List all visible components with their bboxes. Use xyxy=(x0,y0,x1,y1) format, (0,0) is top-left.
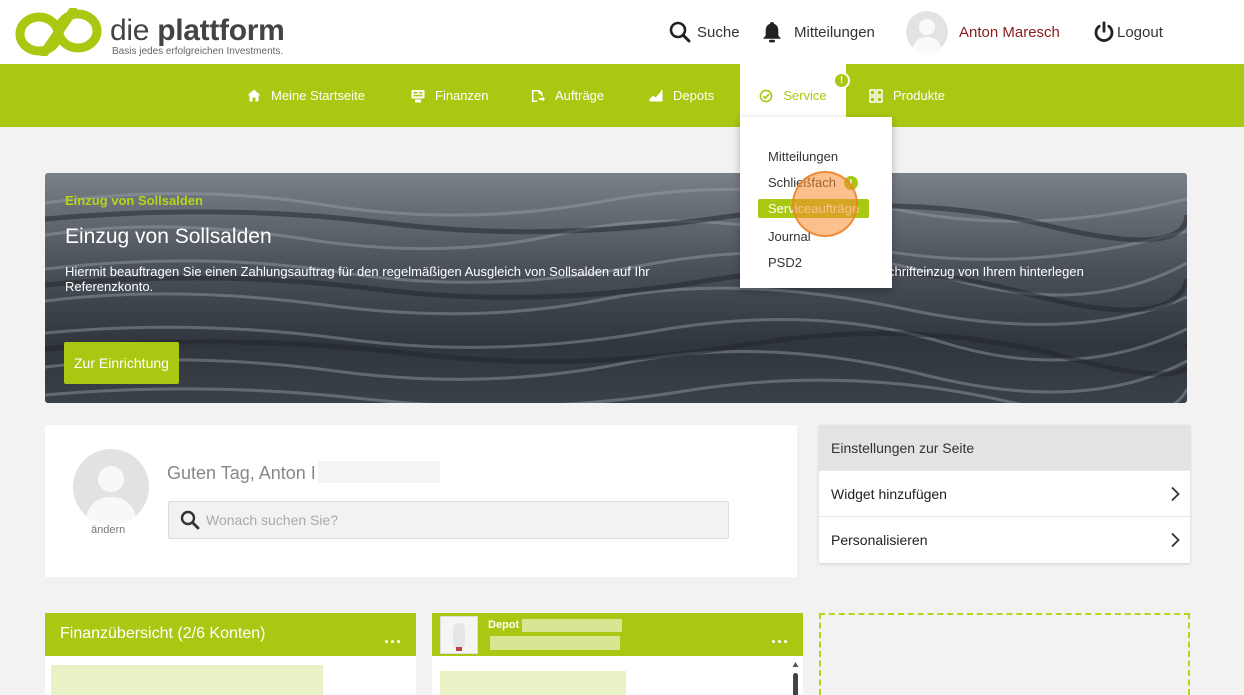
blurred-content xyxy=(440,671,626,695)
depot-figure-icon xyxy=(453,623,465,651)
search-icon xyxy=(669,21,691,43)
menu-item-journal[interactable]: Journal xyxy=(768,229,811,244)
brand-name-bold: plattform xyxy=(157,14,285,47)
menu-item-label: Serviceaufträge xyxy=(768,201,860,216)
widget-hinzufuegen-row[interactable]: Widget hinzufügen xyxy=(819,470,1190,516)
menu-item-label: Schließfach xyxy=(768,175,836,190)
change-avatar-link[interactable]: ändern xyxy=(91,524,125,536)
depot-widget: Depot ... xyxy=(432,613,803,695)
nav-label: Service xyxy=(783,88,827,103)
finanzuebersicht-widget: Finanzübersicht (2/6 Konten) ... xyxy=(45,613,416,695)
nav-label: Aufträge xyxy=(555,88,605,103)
settings-row-label: Personalisieren xyxy=(831,531,928,548)
user-profile-button[interactable]: Anton Maresch xyxy=(906,0,1060,64)
user-name: Anton Maresch xyxy=(959,23,1060,41)
zur-einrichtung-button[interactable]: Zur Einrichtung xyxy=(64,342,179,384)
depots-icon xyxy=(649,90,663,102)
widget-title: Depot xyxy=(488,619,520,631)
empty-widget-slot[interactable] xyxy=(819,613,1190,695)
menu-item-psd2[interactable]: PSD2 xyxy=(768,255,802,270)
menu-item-serviceauftraege[interactable]: Serviceaufträge xyxy=(758,199,870,218)
menu-item-label: PSD2 xyxy=(768,255,802,270)
brand-name: die plattform xyxy=(110,14,285,48)
service-alert-badge: ! xyxy=(833,72,850,89)
top-header: die plattform Basis jedes erfolgreichen … xyxy=(0,0,1244,64)
header-search-button[interactable]: Suche xyxy=(669,0,740,64)
redacted-depot-number xyxy=(490,636,620,650)
check-circle-icon xyxy=(759,89,773,102)
menu-item-label: Mitteilungen xyxy=(768,149,839,164)
menu-item-schliessfach[interactable]: Schließfach! xyxy=(768,175,858,190)
bell-icon xyxy=(763,22,781,43)
nav-item-meine-startseite[interactable]: Meine Startseite xyxy=(247,64,365,127)
logout-button[interactable]: Logout xyxy=(1093,0,1163,64)
brand-tagline: Basis jedes erfolgreichen Investments. xyxy=(112,46,284,57)
widget-menu-button[interactable]: ... xyxy=(384,627,402,648)
finance-icon xyxy=(411,89,425,102)
profile-avatar[interactable] xyxy=(73,449,149,525)
redacted-surname xyxy=(317,461,440,483)
orders-icon xyxy=(532,89,545,102)
search-input[interactable] xyxy=(206,512,706,528)
search-label: Suche xyxy=(697,23,740,41)
user-silhouette-icon xyxy=(912,19,942,53)
nav-label: Produkte xyxy=(893,88,946,103)
menu-item-label: Journal xyxy=(768,229,811,244)
widget-header: Depot ... xyxy=(432,613,803,656)
search-field[interactable] xyxy=(168,501,729,539)
widget-header: Finanzübersicht (2/6 Konten) ... xyxy=(45,613,416,656)
logout-label: Logout xyxy=(1117,23,1163,41)
greeting-text: Guten Tag, Anton I xyxy=(167,461,440,484)
settings-row-label: Widget hinzufügen xyxy=(831,485,947,502)
main-navigation: Meine Startseite Finanzen Aufträge Depot… xyxy=(0,64,1244,127)
nav-item-finanzen[interactable]: Finanzen xyxy=(411,64,488,127)
user-avatar xyxy=(906,11,948,53)
banner-description: Hiermit beauftragen Sie einen Zahlungsau… xyxy=(65,264,1088,294)
greeting-label: Guten Tag, Anton I xyxy=(167,463,316,483)
menu-item-mitteilungen[interactable]: Mitteilungen xyxy=(768,149,838,164)
chevron-right-icon xyxy=(1171,532,1180,547)
nav-label: Meine Startseite xyxy=(271,88,365,103)
widget-title: Finanzübersicht (2/6 Konten) xyxy=(60,625,266,642)
redacted-depot-owner xyxy=(522,619,622,632)
banner-title: Einzug von Sollsalden xyxy=(65,225,272,248)
greeting-card: ändern Guten Tag, Anton I xyxy=(45,425,797,577)
schliessfach-alert-badge: ! xyxy=(843,176,858,190)
chevron-right-icon xyxy=(1171,486,1180,501)
nav-label: Finanzen xyxy=(435,88,489,103)
nav-label: Depots xyxy=(673,88,715,103)
personalisieren-row[interactable]: Personalisieren xyxy=(819,516,1190,562)
logo-mark-icon xyxy=(15,8,102,56)
header-notifications-button[interactable]: Mitteilungen xyxy=(760,0,875,64)
sollsalden-banner: Einzug von Sollsalden Einzug von Sollsal… xyxy=(45,173,1187,403)
user-silhouette-icon xyxy=(85,466,137,525)
nav-item-auftraege[interactable]: Aufträge xyxy=(531,64,604,127)
power-icon xyxy=(1094,21,1114,42)
home-icon xyxy=(247,89,261,102)
search-icon xyxy=(180,510,200,530)
widget-menu-button[interactable]: ... xyxy=(771,627,789,648)
brand-logo[interactable]: die plattform Basis jedes erfolgreichen … xyxy=(14,6,314,58)
grid-icon xyxy=(869,88,883,103)
banner-eyebrow: Einzug von Sollsalden xyxy=(65,193,203,208)
nav-item-depots[interactable]: Depots xyxy=(649,64,714,127)
notifications-label: Mitteilungen xyxy=(794,23,875,41)
settings-header: Einstellungen zur Seite xyxy=(819,425,1190,470)
page-settings-panel: Einstellungen zur Seite Widget hinzufüge… xyxy=(819,425,1190,563)
depot-thumbnail xyxy=(440,616,478,654)
blurred-content xyxy=(51,665,323,695)
brand-prefix: die xyxy=(110,14,150,47)
service-dropdown-menu: Mitteilungen Schließfach! Serviceaufträg… xyxy=(740,117,892,288)
scrollbar[interactable] xyxy=(792,661,799,695)
